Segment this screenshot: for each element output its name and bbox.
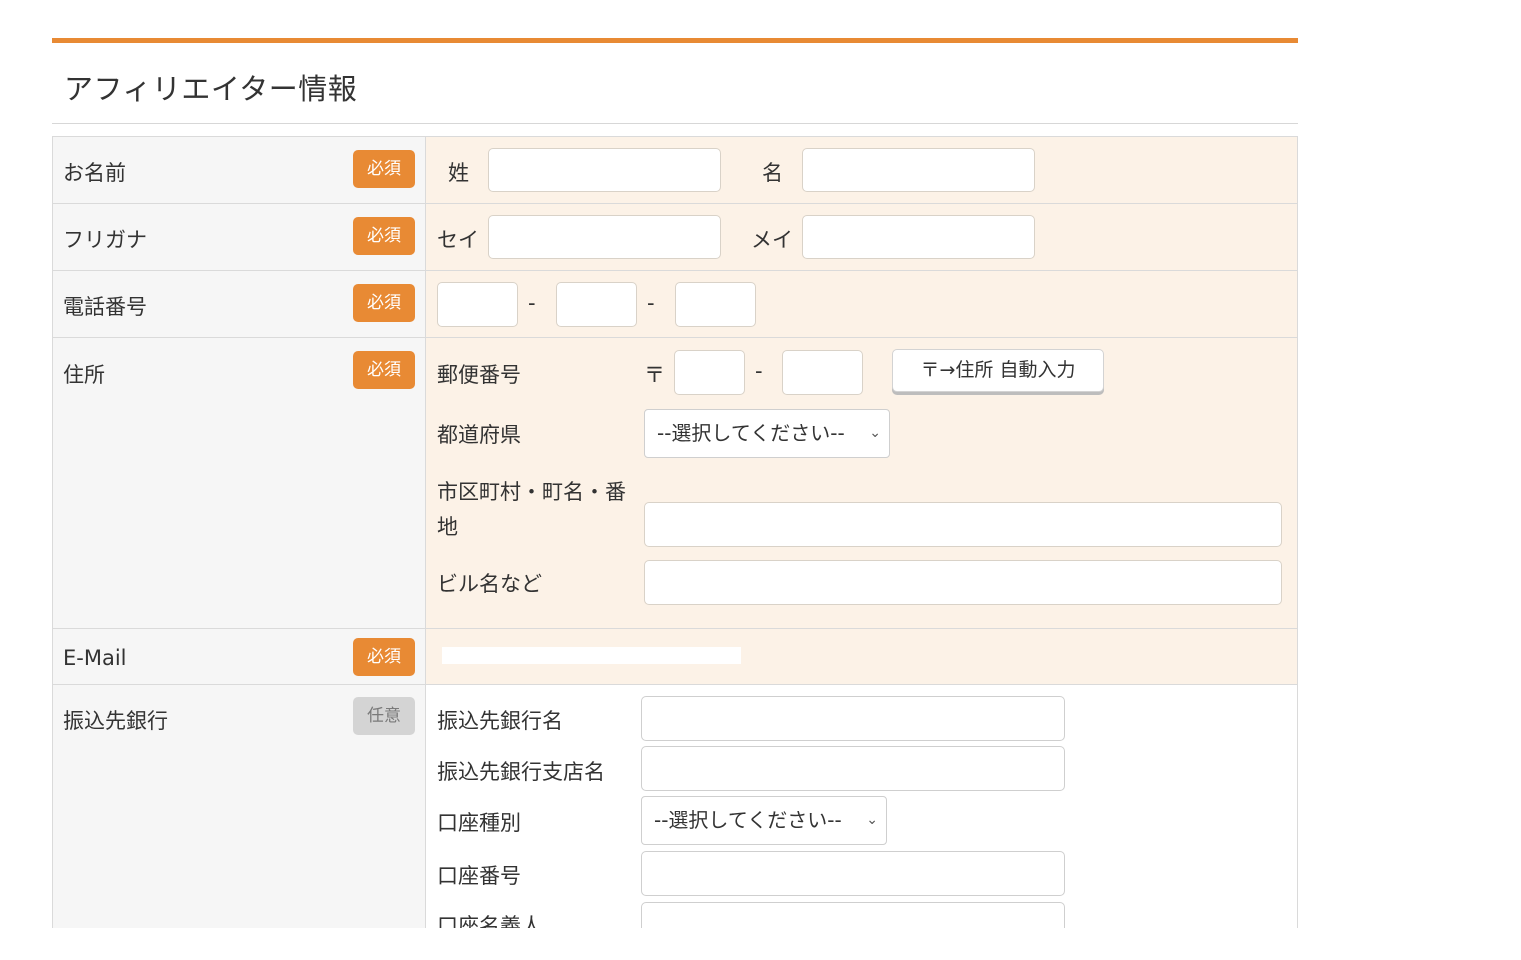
divider [52, 123, 1298, 124]
required-badge: 必須 [353, 217, 415, 255]
last-name-label: 姓 [448, 161, 469, 185]
row-bank: 振込先銀行 任意 振込先銀行名 振込先銀行支店名 口座種別 --選択してください… [52, 684, 1298, 928]
postal-code-second-input[interactable] [782, 350, 863, 395]
account-number-label: 口座番号 [437, 864, 521, 888]
row-name: お名前 必須 姓 名 [52, 136, 1298, 203]
account-type-select-value: --選択してください-- [654, 808, 842, 832]
email-value-field[interactable] [442, 647, 741, 664]
postal-code-first-input[interactable] [674, 350, 745, 395]
account-type-select[interactable]: --選択してください-- ⌄ [641, 796, 887, 845]
required-badge: 必須 [353, 284, 415, 322]
row-email: E-Mail 必須 [52, 628, 1298, 684]
postal-autofill-button[interactable]: 〒→住所 自動入力 [892, 349, 1104, 392]
postal-code-label: 郵便番号 [437, 363, 521, 387]
postal-mark: 〒 [644, 363, 665, 387]
account-number-input[interactable] [641, 851, 1065, 896]
row-kana: フリガナ 必須 セイ メイ [52, 203, 1298, 270]
first-kana-input[interactable] [802, 215, 1035, 259]
prefecture-select[interactable]: --選択してください-- ⌄ [644, 409, 890, 458]
city-input[interactable] [644, 502, 1282, 547]
phone-part2-input[interactable] [556, 282, 637, 327]
label-bank: 振込先銀行 [63, 709, 168, 733]
phone-sep: - [528, 291, 536, 315]
first-name-input[interactable] [802, 148, 1035, 192]
building-input[interactable] [644, 560, 1282, 605]
label-name: お名前 [63, 161, 126, 185]
affiliator-form: アフィリエイター情報 お名前 必須 姓 名 フリガナ 必須 セイ メイ 電話番号 [52, 38, 1298, 928]
city-label-continued: 地 [437, 515, 458, 539]
section-title: アフィリエイター情報 [64, 72, 358, 106]
label-email: E-Mail [63, 646, 127, 670]
bank-name-input[interactable] [641, 696, 1065, 741]
phone-part3-input[interactable] [675, 282, 756, 327]
label-phone: 電話番号 [63, 295, 147, 319]
account-holder-input[interactable] [641, 902, 1065, 928]
last-kana-input[interactable] [488, 215, 721, 259]
row-address: 住所 必須 郵便番号 〒 - 〒→住所 自動入力 都道府県 --選択してください… [52, 337, 1298, 628]
first-name-label: 名 [762, 161, 783, 185]
chevron-down-icon: ⌄ [866, 812, 878, 828]
account-holder-label: 口座名義人 [437, 914, 542, 928]
required-badge: 必須 [353, 351, 415, 389]
account-type-label: 口座種別 [437, 811, 521, 835]
phone-part1-input[interactable] [437, 282, 518, 327]
last-name-input[interactable] [488, 148, 721, 192]
bank-name-label: 振込先銀行名 [437, 709, 563, 733]
prefecture-label: 都道府県 [437, 423, 521, 447]
phone-sep: - [647, 291, 655, 315]
optional-badge: 任意 [353, 697, 415, 735]
branch-name-input[interactable] [641, 746, 1065, 791]
accent-bar [52, 38, 1298, 43]
first-kana-label: メイ [751, 228, 793, 252]
required-badge: 必須 [353, 638, 415, 676]
required-badge: 必須 [353, 150, 415, 188]
postal-sep: - [755, 359, 763, 383]
chevron-down-icon: ⌄ [869, 425, 881, 441]
label-kana: フリガナ [63, 228, 147, 252]
branch-name-label: 振込先銀行支店名 [437, 760, 605, 784]
last-kana-label: セイ [437, 228, 479, 252]
city-label: 市区町村・町名・番 [437, 480, 626, 504]
prefecture-select-value: --選択してください-- [657, 421, 845, 445]
building-label: ビル名など [437, 572, 542, 596]
label-address: 住所 [63, 363, 105, 387]
row-phone: 電話番号 必須 - - [52, 270, 1298, 337]
